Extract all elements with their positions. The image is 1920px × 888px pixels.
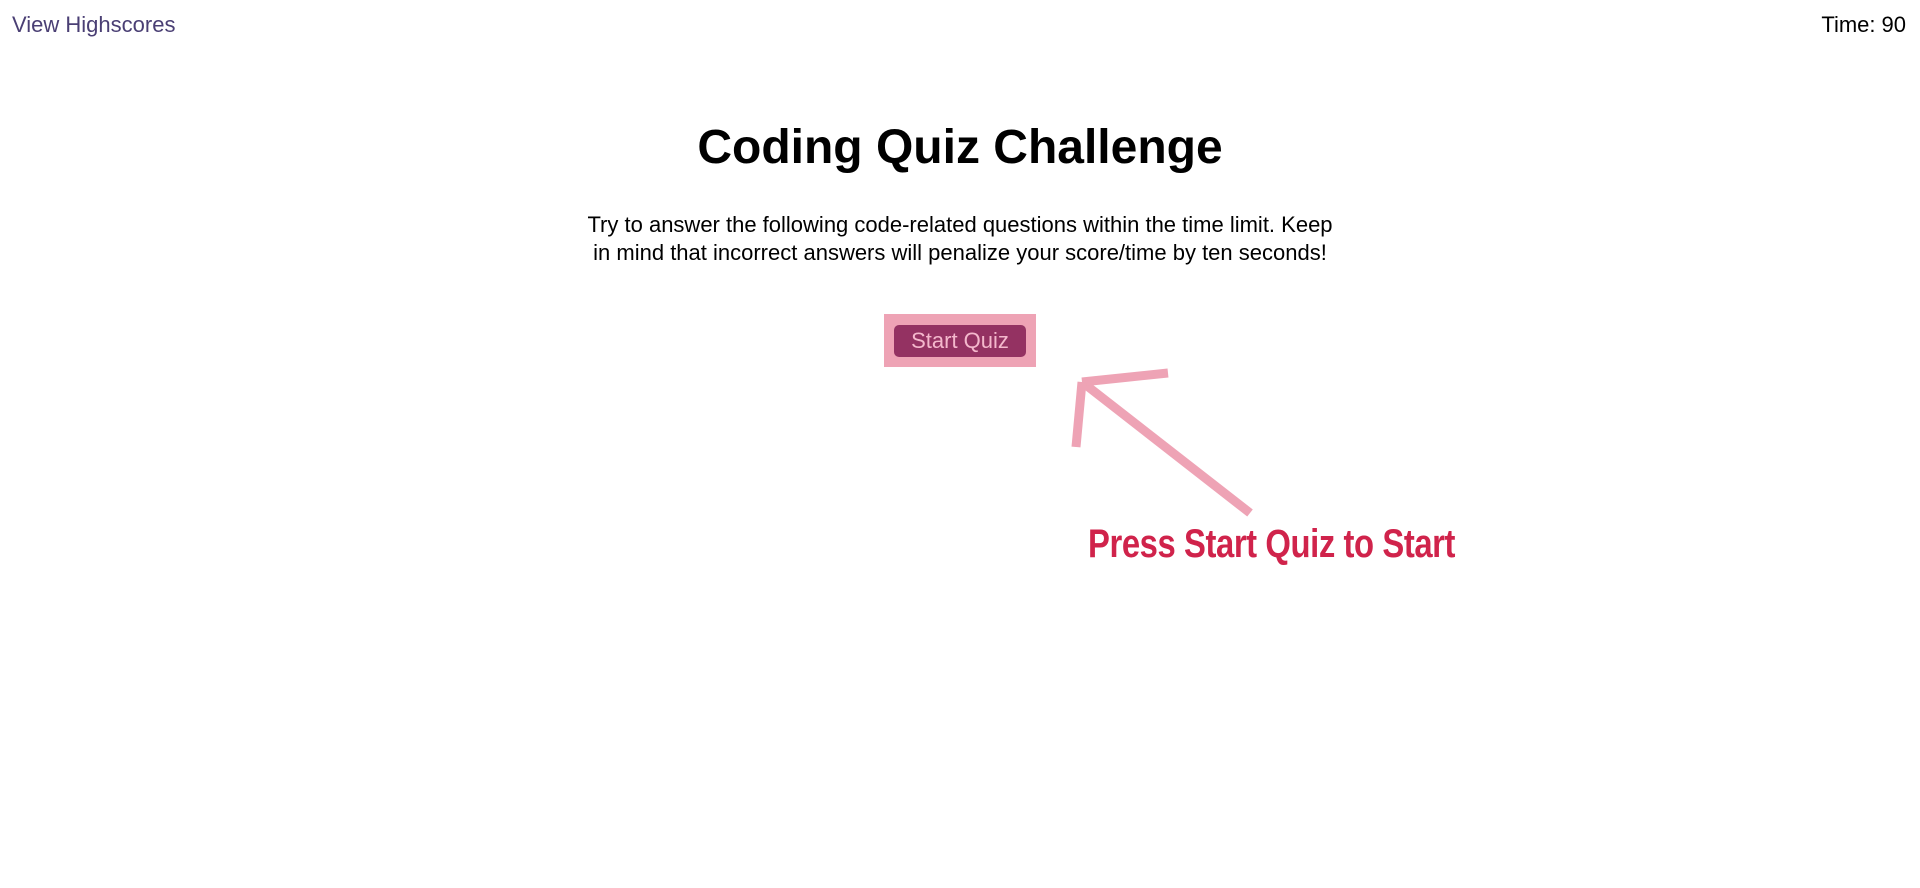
arrow-shaft [1079,378,1253,517]
arrow-head-top [1081,368,1169,387]
quiz-page: View Highscores Time: 90 Coding Quiz Chal… [0,0,1920,888]
arrow-head-left [1071,381,1087,448]
annotation-text: Press Start Quiz to Start [1088,522,1456,566]
arrow-up-left-icon [1071,368,1253,517]
